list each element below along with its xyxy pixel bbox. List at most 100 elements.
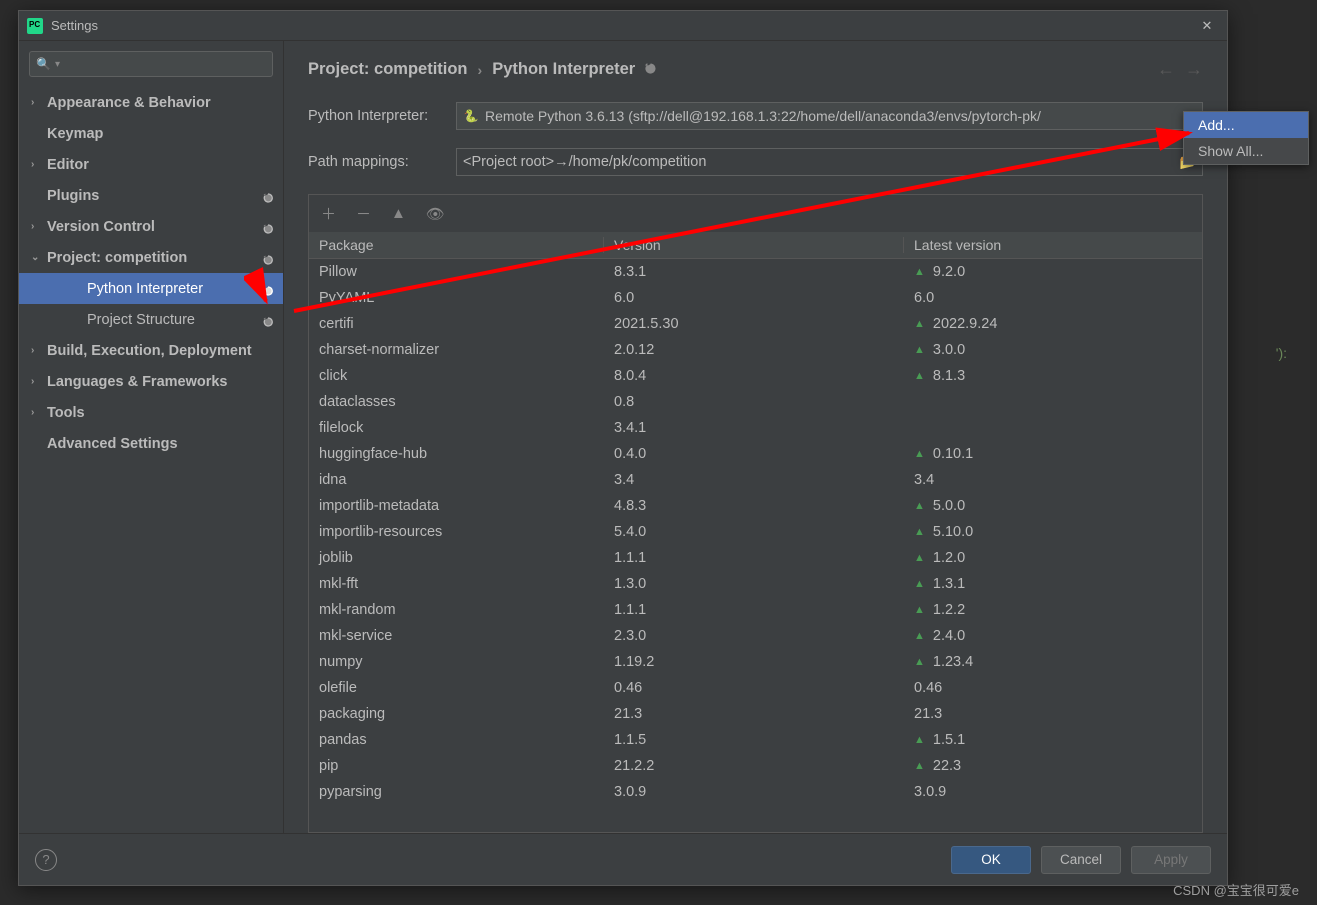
settings-dialog: Settings ✕ 🔍 ▾ ›Appearance & Behavior·Ke… (18, 10, 1228, 886)
search-input[interactable]: 🔍 ▾ (29, 51, 273, 77)
table-row[interactable]: Pillow8.3.1▲9.2.0 (309, 259, 1202, 285)
table-row[interactable]: joblib1.1.1▲1.2.0 (309, 545, 1202, 571)
add-package-icon[interactable]: ＋ (321, 203, 336, 224)
close-icon[interactable]: ✕ (1195, 14, 1219, 38)
cell-package: joblib (309, 550, 604, 566)
breadcrumb-project: Project: competition (308, 60, 468, 79)
help-icon[interactable]: ? (35, 849, 57, 871)
chevron-down-icon: ▾ (55, 59, 60, 70)
chevron-right-icon: › (31, 345, 47, 356)
upgrade-available-icon: ▲ (914, 656, 925, 668)
table-row[interactable]: numpy1.19.2▲1.23.4 (309, 649, 1202, 675)
cell-package: filelock (309, 420, 604, 436)
sidebar-item[interactable]: ⌄Project: competition (19, 242, 283, 273)
show-early-releases-icon[interactable]: 👁 (426, 205, 445, 223)
cell-package: pip (309, 758, 604, 774)
sidebar-item[interactable]: ›Build, Execution, Deployment (19, 335, 283, 366)
sidebar-item-label: Tools (47, 405, 85, 421)
table-row[interactable]: mkl-service2.3.0▲2.4.0 (309, 623, 1202, 649)
chevron-right-icon: › (31, 159, 47, 170)
table-row[interactable]: filelock3.4.1 (309, 415, 1202, 441)
ok-button[interactable]: OK (951, 846, 1031, 874)
table-body[interactable]: Pillow8.3.1▲9.2.0PyYAML6.06.0certifi2021… (309, 259, 1202, 832)
table-row[interactable]: PyYAML6.06.0 (309, 285, 1202, 311)
search-icon: 🔍 (36, 57, 51, 71)
cell-version: 1.1.5 (604, 732, 904, 748)
cell-latest: ▲9.2.0 (904, 264, 1202, 280)
sidebar-item-label: Editor (47, 157, 89, 173)
table-row[interactable]: packaging21.321.3 (309, 701, 1202, 727)
watermark: CSDN @宝宝很可爱e (1173, 880, 1299, 899)
table-row[interactable]: pip21.2.2▲22.3 (309, 753, 1202, 779)
sidebar-item[interactable]: ›Tools (19, 397, 283, 428)
cell-latest: ▲3.0.0 (904, 342, 1202, 358)
popup-add[interactable]: Add... (1184, 112, 1308, 138)
sidebar-item-label: Appearance & Behavior (47, 95, 211, 111)
sidebar-item-label: Keymap (47, 126, 103, 142)
table-row[interactable]: mkl-random1.1.1▲1.2.2 (309, 597, 1202, 623)
cell-version: 3.0.9 (604, 784, 904, 800)
cell-version: 3.4 (604, 472, 904, 488)
table-row[interactable]: olefile0.460.46 (309, 675, 1202, 701)
sidebar-item[interactable]: ·Keymap (19, 118, 283, 149)
reset-icon[interactable] (645, 60, 656, 79)
cell-version: 6.0 (604, 290, 904, 306)
cell-latest: ▲5.0.0 (904, 498, 1202, 514)
chevron-right-icon: › (31, 97, 47, 108)
table-row[interactable]: idna3.43.4 (309, 467, 1202, 493)
table-row[interactable]: click8.0.4▲8.1.3 (309, 363, 1202, 389)
modified-indicator-icon (263, 253, 273, 263)
cell-package: charset-normalizer (309, 342, 604, 358)
chevron-right-icon: › (31, 376, 47, 387)
cell-version: 1.3.0 (604, 576, 904, 592)
upgrade-available-icon: ▲ (914, 760, 925, 772)
sidebar-item[interactable]: ·Advanced Settings (19, 428, 283, 459)
nav-back-icon[interactable]: ← (1157, 59, 1175, 80)
header-version[interactable]: Version (604, 237, 904, 253)
cell-version: 3.4.1 (604, 420, 904, 436)
packages-table: ＋ － ▲ 👁 Package Version Latest version P… (308, 194, 1203, 833)
sidebar-item[interactable]: ·Plugins (19, 180, 283, 211)
sidebar-item[interactable]: ›Languages & Frameworks (19, 366, 283, 397)
table-row[interactable]: pandas1.1.5▲1.5.1 (309, 727, 1202, 753)
pycharm-icon (27, 18, 43, 34)
popup-show-all[interactable]: Show All... (1184, 138, 1308, 164)
background-code: '): (1276, 345, 1287, 362)
cell-latest: ▲0.10.1 (904, 446, 1202, 462)
table-row[interactable]: importlib-resources5.4.0▲5.10.0 (309, 519, 1202, 545)
mappings-value: <Project root>→/home/pk/competition (463, 154, 706, 170)
table-row[interactable]: huggingface-hub0.4.0▲0.10.1 (309, 441, 1202, 467)
cancel-button[interactable]: Cancel (1041, 846, 1121, 874)
upgrade-available-icon: ▲ (914, 630, 925, 642)
table-row[interactable]: dataclasses0.8 (309, 389, 1202, 415)
cell-version: 2021.5.30 (604, 316, 904, 332)
sidebar-item[interactable]: ›Version Control (19, 211, 283, 242)
sidebar-item[interactable]: ›Appearance & Behavior (19, 87, 283, 118)
table-row[interactable]: importlib-metadata4.8.3▲5.0.0 (309, 493, 1202, 519)
cell-package: pyparsing (309, 784, 604, 800)
header-package[interactable]: Package (309, 237, 604, 253)
sidebar-item-label: Version Control (47, 219, 155, 235)
interpreter-combo[interactable]: 🐍 Remote Python 3.6.13 (sftp://dell@192.… (456, 102, 1203, 130)
table-row[interactable]: charset-normalizer2.0.12▲3.0.0 (309, 337, 1202, 363)
remove-package-icon[interactable]: － (356, 203, 371, 224)
cell-package: packaging (309, 706, 604, 722)
cell-latest: ▲1.3.1 (904, 576, 1202, 592)
upgrade-package-icon[interactable]: ▲ (391, 205, 406, 222)
sidebar-item[interactable]: ›Editor (19, 149, 283, 180)
table-row[interactable]: certifi2021.5.30▲2022.9.24 (309, 311, 1202, 337)
header-latest[interactable]: Latest version (904, 237, 1202, 253)
cell-package: mkl-service (309, 628, 604, 644)
path-mappings-input[interactable]: <Project root>→/home/pk/competition 📁 (456, 148, 1203, 176)
sidebar-item[interactable]: ·Project Structure (19, 304, 283, 335)
upgrade-available-icon: ▲ (914, 552, 925, 564)
cell-version: 1.19.2 (604, 654, 904, 670)
cell-latest: 0.46 (904, 680, 1202, 696)
cell-package: pandas (309, 732, 604, 748)
sidebar-item[interactable]: ·Python Interpreter (19, 273, 283, 304)
nav-forward-icon[interactable]: → (1185, 59, 1203, 80)
sidebar-item-label: Plugins (47, 188, 99, 204)
cell-latest: ▲8.1.3 (904, 368, 1202, 384)
table-row[interactable]: pyparsing3.0.93.0.9 (309, 779, 1202, 805)
table-row[interactable]: mkl-fft1.3.0▲1.3.1 (309, 571, 1202, 597)
